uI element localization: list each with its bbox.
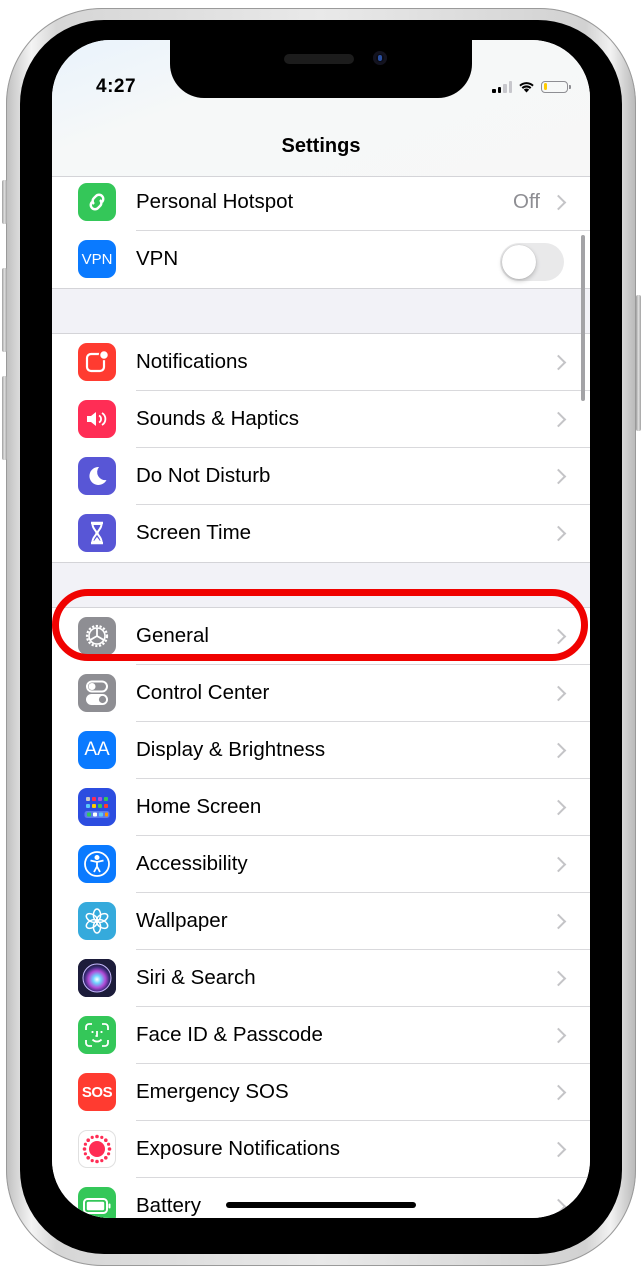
settings-row-wallpaper[interactable]: Wallpaper bbox=[52, 893, 590, 950]
exposure-icon bbox=[78, 1130, 116, 1168]
row-label: Screen Time bbox=[136, 521, 252, 544]
row-label: VPN bbox=[136, 247, 179, 270]
settings-list: Personal Hotspot Off VPN VPN Notifications So… bbox=[52, 174, 590, 1218]
icon-text: VPN bbox=[81, 250, 113, 268]
vpn-toggle[interactable] bbox=[500, 243, 564, 281]
page-title: Settings bbox=[281, 135, 361, 157]
accessibility-icon bbox=[78, 845, 116, 883]
settings-group: General Control Center AA Display & Brightn… bbox=[52, 608, 590, 1218]
notifications-icon bbox=[78, 343, 116, 381]
settings-row-siri-and-search[interactable]: Siri & Search bbox=[52, 950, 590, 1007]
status-time: 4:27 bbox=[96, 76, 137, 97]
siri-icon bbox=[78, 959, 116, 997]
settings-row-personal-hotspot[interactable]: Personal Hotspot Off bbox=[52, 174, 590, 231]
settings-row-battery[interactable]: Battery bbox=[52, 1178, 590, 1218]
general-highlight-annotation bbox=[52, 589, 588, 661]
side-button bbox=[636, 295, 641, 431]
flower-icon bbox=[78, 902, 116, 940]
hourglass-icon bbox=[78, 514, 116, 552]
chevron-right-icon bbox=[550, 411, 567, 428]
chevron-right-icon bbox=[550, 1141, 567, 1158]
navigation-bar: 4:27 Settings bbox=[52, 40, 590, 177]
speaker-icon bbox=[78, 400, 116, 438]
settings-row-sounds-and-haptics[interactable]: Sounds & Haptics bbox=[52, 391, 590, 448]
chevron-right-icon bbox=[550, 1198, 567, 1215]
chevron-right-icon bbox=[550, 468, 567, 485]
icon-text: AA bbox=[84, 739, 110, 760]
row-label: Exposure Notifications bbox=[136, 1137, 340, 1160]
settings-group: Personal Hotspot Off VPN VPN bbox=[52, 174, 590, 288]
personal-hotspot-icon bbox=[78, 183, 116, 221]
settings-row-notifications[interactable]: Notifications bbox=[52, 334, 590, 391]
notch bbox=[170, 40, 472, 98]
battery-indicator-icon bbox=[541, 80, 571, 93]
row-label: Control Center bbox=[136, 681, 270, 704]
row-label: Personal Hotspot bbox=[136, 190, 294, 213]
settings-row-exposure-notifications[interactable]: Exposure Notifications bbox=[52, 1121, 590, 1178]
settings-row-control-center[interactable]: Control Center bbox=[52, 665, 590, 722]
row-label: Home Screen bbox=[136, 795, 262, 818]
home-indicator[interactable] bbox=[226, 1202, 416, 1208]
wifi-icon bbox=[519, 82, 534, 93]
chevron-right-icon bbox=[550, 970, 567, 987]
row-label: Notifications bbox=[136, 350, 248, 373]
toggle-knob bbox=[502, 245, 536, 279]
section-spacer bbox=[52, 288, 590, 334]
chevron-right-icon bbox=[550, 525, 567, 542]
row-label: Do Not Disturb bbox=[136, 464, 271, 487]
row-label: Wallpaper bbox=[136, 909, 228, 932]
volume-up-button bbox=[2, 268, 7, 352]
app-grid-icon bbox=[78, 788, 116, 826]
row-label: Display & Brightness bbox=[136, 738, 326, 761]
chevron-right-icon bbox=[550, 1084, 567, 1101]
settings-row-display-and-brightness[interactable]: AA Display & Brightness bbox=[52, 722, 590, 779]
row-label: Emergency SOS bbox=[136, 1080, 289, 1103]
status-indicators bbox=[492, 80, 571, 93]
face-id-icon bbox=[78, 1016, 116, 1054]
battery-level-fill bbox=[543, 83, 547, 90]
chevron-right-icon bbox=[550, 742, 567, 759]
volume-down-button bbox=[2, 376, 7, 460]
earpiece-speaker bbox=[284, 54, 354, 64]
text-size-icon: AA bbox=[78, 731, 116, 769]
chevron-right-icon bbox=[550, 354, 567, 371]
settings-row-vpn[interactable]: VPN VPN bbox=[52, 231, 590, 288]
settings-row-screen-time[interactable]: Screen Time bbox=[52, 505, 590, 562]
chevron-right-icon bbox=[550, 799, 567, 816]
row-label: Siri & Search bbox=[136, 966, 256, 989]
settings-row-do-not-disturb[interactable]: Do Not Disturb bbox=[52, 448, 590, 505]
chevron-right-icon bbox=[550, 1027, 567, 1044]
row-label: Face ID & Passcode bbox=[136, 1023, 323, 1046]
settings-row-face-id-and-passcode[interactable]: Face ID & Passcode bbox=[52, 1007, 590, 1064]
chevron-right-icon bbox=[550, 856, 567, 873]
battery-icon bbox=[78, 1187, 116, 1218]
settings-row-home-screen[interactable]: Home Screen bbox=[52, 779, 590, 836]
row-label: Battery bbox=[136, 1194, 201, 1217]
vpn-icon: VPN bbox=[78, 240, 116, 278]
silent-switch bbox=[2, 180, 7, 224]
switches-icon bbox=[78, 674, 116, 712]
settings-row-emergency-sos[interactable]: SOS Emergency SOS bbox=[52, 1064, 590, 1121]
cellular-signal-icon bbox=[492, 80, 512, 93]
chevron-right-icon bbox=[550, 685, 567, 702]
moon-icon bbox=[78, 457, 116, 495]
row-value: Off bbox=[513, 190, 540, 213]
scrollbar[interactable] bbox=[581, 235, 585, 401]
front-camera bbox=[373, 51, 387, 65]
sos-icon: SOS bbox=[78, 1073, 116, 1111]
icon-text: SOS bbox=[81, 1083, 113, 1101]
row-label: Accessibility bbox=[136, 852, 248, 875]
settings-group: Notifications Sounds & Haptics Do Not Dist… bbox=[52, 334, 590, 562]
chevron-right-icon bbox=[550, 194, 567, 211]
settings-row-accessibility[interactable]: Accessibility bbox=[52, 836, 590, 893]
row-label: Sounds & Haptics bbox=[136, 407, 299, 430]
chevron-right-icon bbox=[550, 913, 567, 930]
